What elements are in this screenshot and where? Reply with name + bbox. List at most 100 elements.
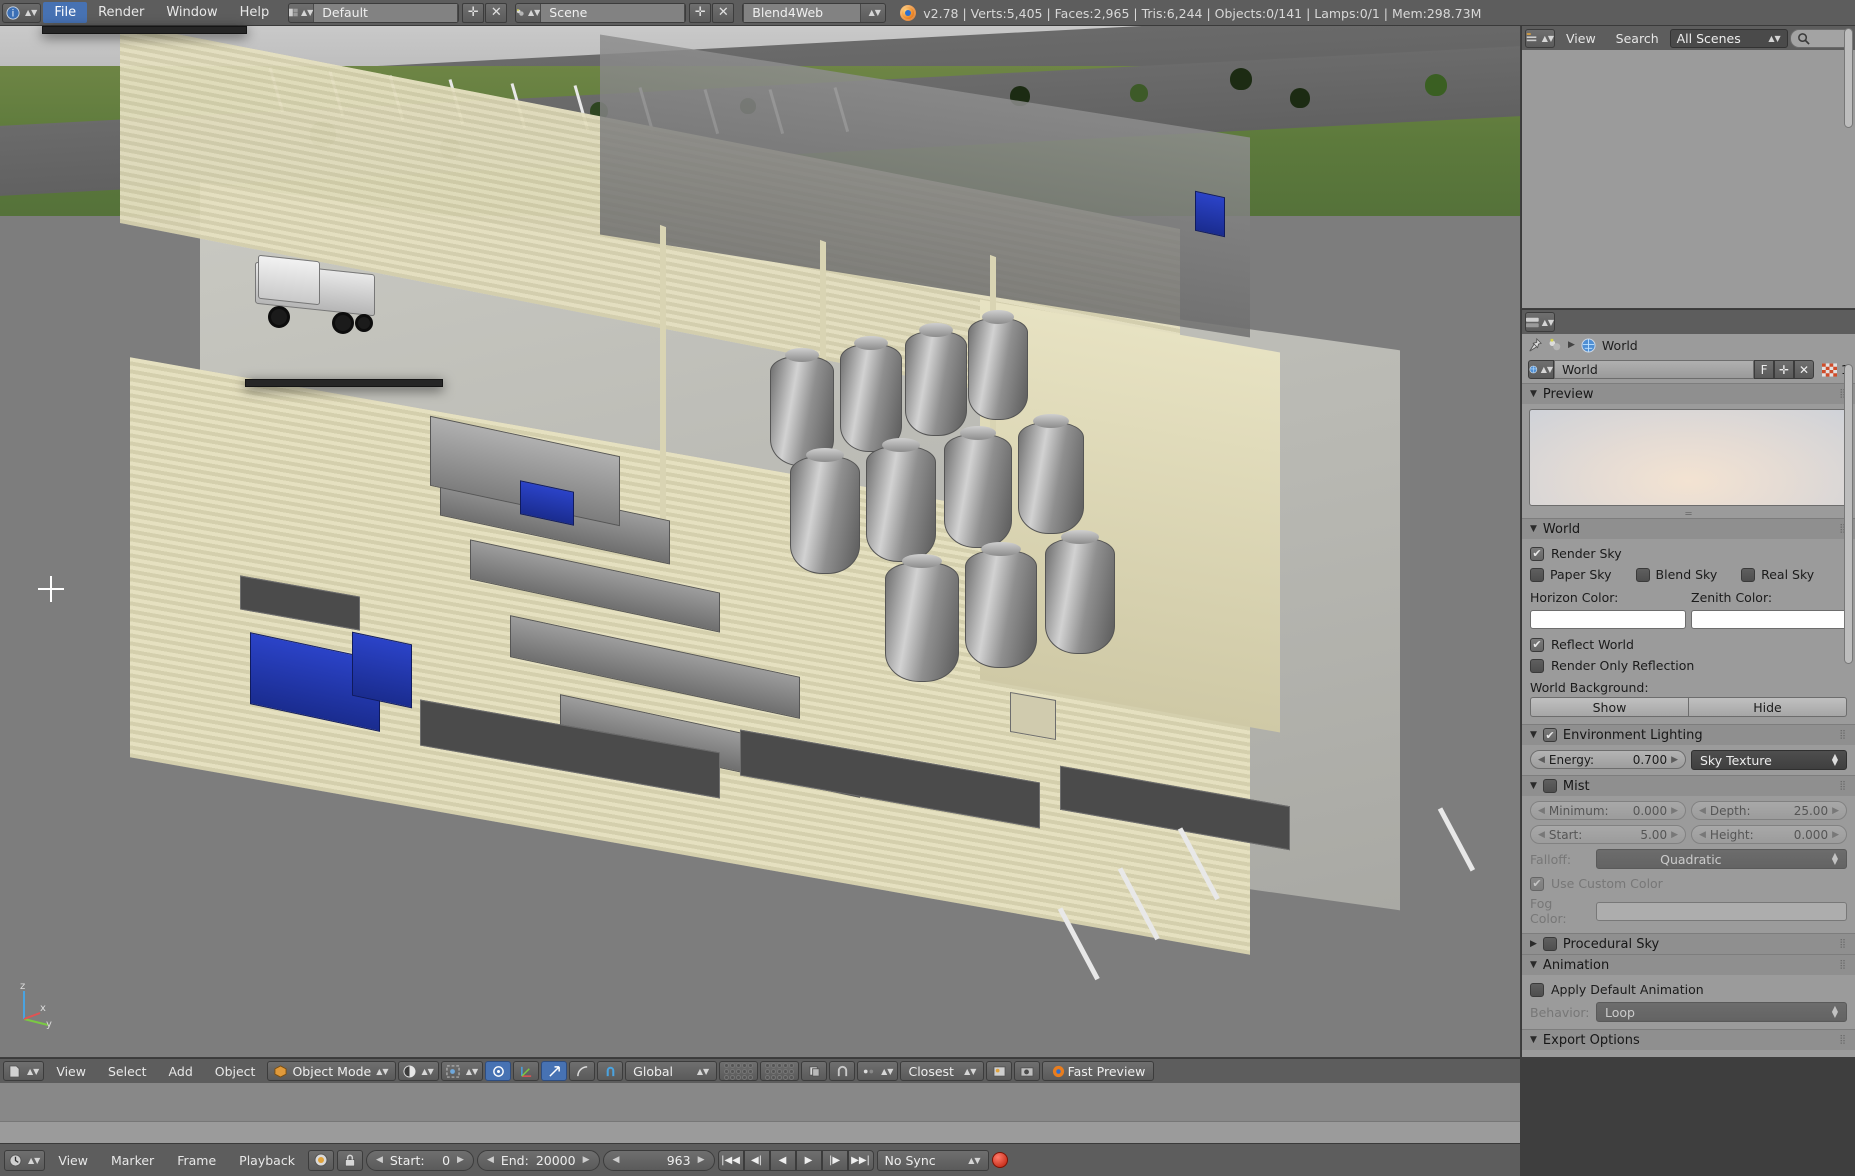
outliner-display-mode-select[interactable]: All Scenes ▲▼	[1669, 28, 1788, 48]
increment-arrow-icon[interactable]: ▶	[698, 1155, 705, 1165]
panel-header-procedural-sky[interactable]: ▶ Procedural Sky ⣿	[1522, 933, 1855, 954]
view3d-menu-select[interactable]: Select	[98, 1062, 157, 1081]
playback-transport-controls[interactable]: |◀◀ ◀| ◀ ▶ |▶ ▶▶|	[717, 1149, 874, 1171]
world-datablock-icon[interactable]: ▲▼	[1528, 360, 1554, 379]
timeline-menu-view[interactable]: View	[48, 1151, 98, 1170]
environment-source-select[interactable]: Sky Texture ▲ ▼	[1691, 750, 1847, 770]
decrement-arrow-icon[interactable]: ◀	[1699, 830, 1706, 840]
mist-height-field[interactable]: ◀ Height: 0.000 ▶	[1691, 825, 1847, 844]
use-custom-color-row[interactable]: ✔ Use Custom Color	[1530, 873, 1847, 894]
add-world-button[interactable]: ✛	[1774, 360, 1795, 379]
pivot-point-select[interactable]: ▲▼	[440, 1061, 484, 1081]
decrement-arrow-icon[interactable]: ◀	[613, 1155, 620, 1165]
menu-file[interactable]: File	[43, 2, 88, 23]
mist-depth-field[interactable]: ◀ Depth: 25.00 ▶	[1691, 801, 1847, 820]
environment-energy-field[interactable]: ◀ Energy: 0.700 ▶	[1530, 750, 1686, 769]
apply-default-animation-row[interactable]: Apply Default Animation	[1530, 979, 1847, 1000]
frame-start-field[interactable]: ◀ Start: 0 ▶	[365, 1149, 474, 1171]
render-sky-checkbox[interactable]: ✔	[1530, 546, 1544, 561]
decrement-arrow-icon[interactable]: ◀	[1538, 755, 1545, 765]
real-sky-row[interactable]: Real Sky	[1741, 567, 1847, 582]
decrement-arrow-icon[interactable]: ◀	[1699, 806, 1706, 816]
lock-camera-button[interactable]	[801, 1061, 828, 1081]
outliner-search-input[interactable]	[1789, 28, 1852, 48]
unlink-world-button[interactable]: ✕	[1794, 360, 1815, 379]
view3d-menu-view[interactable]: View	[46, 1062, 96, 1081]
mist-falloff-select[interactable]: Quadratic ▲ ▼	[1596, 849, 1847, 869]
scale-manipulator-button[interactable]	[569, 1061, 596, 1081]
scene-layers-grid[interactable]	[719, 1061, 759, 1081]
snap-toggle-button[interactable]	[829, 1061, 856, 1081]
do-not-export-row[interactable]: Do Not Export	[1530, 1054, 1847, 1057]
decrement-arrow-icon[interactable]: ◀	[1538, 830, 1545, 840]
manipulator-extra-button[interactable]	[597, 1061, 624, 1081]
sync-mode-select[interactable]: No Sync ▲▼	[876, 1149, 989, 1171]
interaction-mode-select[interactable]: Object Mode ▲▼	[267, 1061, 396, 1081]
record-button[interactable]	[991, 1152, 1008, 1168]
reflect-world-row[interactable]: ✔ Reflect World	[1530, 634, 1847, 655]
increment-arrow-icon[interactable]: ▶	[1671, 755, 1678, 765]
render-engine-selector[interactable]: Blend4Web ▲▼	[742, 2, 887, 23]
outliner-scrollbar[interactable]	[1844, 28, 1853, 128]
editor-type-timeline-icon[interactable]: ▲▼	[4, 1149, 46, 1171]
editor-type-outliner-icon[interactable]: ▲▼	[1525, 28, 1555, 48]
timeline-editor[interactable]	[0, 1083, 1520, 1143]
environment-lighting-checkbox[interactable]: ✔	[1542, 728, 1557, 742]
menu-help[interactable]: Help	[229, 2, 281, 23]
timeline-menu-frame[interactable]: Frame	[167, 1151, 226, 1170]
decrement-arrow-icon[interactable]: ◀	[487, 1155, 494, 1165]
increment-arrow-icon[interactable]: ▶	[1832, 830, 1839, 840]
increment-arrow-icon[interactable]: ▶	[583, 1155, 590, 1165]
preview-resize-handle[interactable]: ═	[1522, 510, 1855, 520]
fake-user-button[interactable]: F	[1754, 360, 1775, 379]
editor-type-info-icon[interactable]: i ▲▼	[2, 2, 42, 23]
decrement-arrow-icon[interactable]: ◀	[1538, 806, 1545, 816]
menu-render[interactable]: Render	[87, 2, 155, 23]
use-custom-color-checkbox[interactable]: ✔	[1530, 876, 1544, 891]
jump-to-end-button[interactable]: ▶▶|	[847, 1149, 874, 1171]
viewport-shading-select[interactable]: ▲▼	[397, 1061, 439, 1081]
panel-header-animation[interactable]: ▼ Animation ⣿	[1522, 954, 1855, 975]
paper-sky-checkbox[interactable]	[1530, 567, 1544, 582]
panel-header-preview[interactable]: ▼ Preview ⣿	[1522, 383, 1855, 404]
lock-time-button[interactable]	[336, 1149, 363, 1171]
editor-type-properties-icon[interactable]: ▲▼	[1525, 312, 1555, 332]
add-layout-button[interactable]: ✛	[462, 2, 485, 23]
rotate-manipulator-button[interactable]	[541, 1061, 568, 1081]
auto-keyframe-button[interactable]	[307, 1149, 334, 1171]
render-sky-row[interactable]: ✔ Render Sky	[1530, 543, 1847, 564]
view3d-menu-object[interactable]: Object	[205, 1062, 266, 1081]
panel-header-environment-lighting[interactable]: ▼ ✔ Environment Lighting ⣿	[1522, 724, 1855, 745]
timeline-ruler[interactable]	[0, 1121, 1520, 1143]
snap-target-select[interactable]: Closest ▲▼	[900, 1061, 985, 1081]
panel-header-world[interactable]: ▼ World ⣿	[1522, 518, 1855, 539]
timeline-menu-playback[interactable]: Playback	[229, 1151, 305, 1170]
render-opengl-button[interactable]	[1014, 1061, 1041, 1081]
world-name-field[interactable]: World	[1554, 360, 1755, 379]
increment-arrow-icon[interactable]: ▶	[1671, 806, 1678, 816]
translate-manipulator-button[interactable]	[513, 1061, 540, 1081]
background-show-button[interactable]: Show	[1530, 697, 1689, 717]
editor-type-view3d-icon[interactable]: ▲▼	[3, 1061, 45, 1081]
procedural-sky-checkbox[interactable]	[1542, 937, 1557, 951]
outliner-menu-search[interactable]: Search	[1607, 29, 1668, 48]
frame-end-field[interactable]: ◀ End: 20000 ▶	[476, 1149, 600, 1171]
background-hide-button[interactable]: Hide	[1689, 697, 1847, 717]
real-sky-checkbox[interactable]	[1741, 567, 1756, 582]
panel-header-export-options[interactable]: ▼ Export Options ⣿	[1522, 1029, 1855, 1050]
render-only-reflection-checkbox[interactable]	[1530, 658, 1544, 673]
jump-to-start-button[interactable]: |◀◀	[717, 1149, 744, 1171]
fast-preview-button[interactable]: Fast Preview	[1042, 1061, 1155, 1081]
transform-orientation-select[interactable]: Global ▲▼	[625, 1061, 718, 1081]
menu-window[interactable]: Window	[155, 2, 228, 23]
blend-sky-row[interactable]: Blend Sky	[1635, 567, 1742, 582]
play-button[interactable]: ▶	[795, 1149, 822, 1171]
delete-layout-button[interactable]: ✕	[485, 2, 508, 23]
next-keyframe-button[interactable]: |▶	[821, 1149, 848, 1171]
outliner-tree[interactable]	[1522, 50, 1855, 308]
paper-sky-row[interactable]: Paper Sky	[1530, 567, 1636, 582]
apply-default-animation-checkbox[interactable]	[1530, 982, 1544, 997]
snap-element-select[interactable]: ▲▼	[857, 1061, 899, 1081]
previous-keyframe-button[interactable]: ◀|	[743, 1149, 770, 1171]
mist-start-field[interactable]: ◀ Start: 5.00 ▶	[1530, 825, 1686, 844]
